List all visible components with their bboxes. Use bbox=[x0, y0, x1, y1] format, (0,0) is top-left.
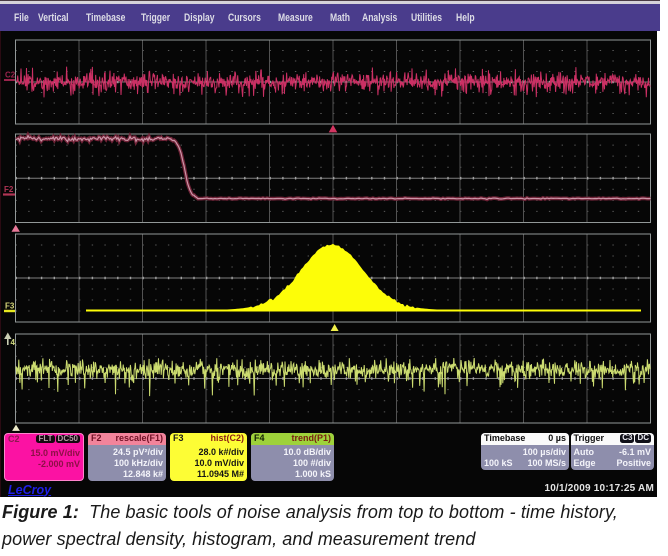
svg-text:F2: F2 bbox=[4, 185, 14, 194]
svg-text:C2: C2 bbox=[5, 71, 16, 80]
svg-text:4: 4 bbox=[11, 338, 16, 347]
svg-text:F3: F3 bbox=[5, 302, 15, 311]
